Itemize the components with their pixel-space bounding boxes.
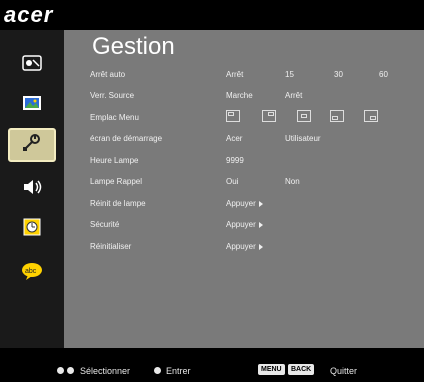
sidebar-item-language[interactable]: abc <box>8 256 56 290</box>
menu-location-bottom-left-icon[interactable] <box>330 110 344 122</box>
sidebar-item-picture[interactable] <box>8 88 56 122</box>
arrow-right-icon <box>258 243 263 250</box>
startup-option-acer[interactable]: Acer <box>226 134 242 143</box>
brand-logo: acer <box>4 2 54 27</box>
startup-option-user[interactable]: Utilisateur <box>285 134 321 143</box>
lamp-hour-value: 9999 <box>226 156 244 165</box>
sidebar-item-audio[interactable] <box>8 172 56 206</box>
page-title: Gestion <box>92 33 175 60</box>
footer-enter-label: Entrer <box>166 366 191 376</box>
row-label-lamp-reminder[interactable]: Lampe Rappel <box>90 177 142 186</box>
menu-location-top-left-icon[interactable] <box>226 110 240 122</box>
lamp-reset-button[interactable]: Appuyer <box>226 199 263 208</box>
row-label-menu-location[interactable]: Emplac Menu <box>90 113 139 122</box>
lamp-reset-button-label: Appuyer <box>226 199 256 208</box>
row-label-reset[interactable]: Réinitialiser <box>90 242 131 251</box>
image-settings-icon <box>21 54 43 77</box>
footer <box>0 348 424 382</box>
lamp-reminder-option-yes[interactable]: Oui <box>226 177 238 186</box>
picture-icon <box>21 94 43 117</box>
arrow-right-icon <box>258 200 263 207</box>
row-label-lamp-hour: Heure Lampe <box>90 156 139 165</box>
footer-quit-label: Quitter <box>330 366 358 376</box>
timer-icon <box>22 217 42 242</box>
menu-location-center-icon[interactable] <box>297 110 311 122</box>
sidebar-item-management[interactable] <box>8 128 56 162</box>
row-label-lamp-reset[interactable]: Réinit de lampe <box>90 199 146 208</box>
auto-off-option-15[interactable]: 15 <box>285 70 294 79</box>
row-label-source-lock[interactable]: Verr. Source <box>90 91 134 100</box>
auto-off-option-30[interactable]: 30 <box>334 70 343 79</box>
auto-off-option-off[interactable]: Arrêt <box>226 70 243 79</box>
enter-button-icon <box>154 367 161 374</box>
management-icon <box>21 133 43 158</box>
up-arrow-button-icon <box>57 367 64 374</box>
svg-text:abc: abc <box>25 268 37 275</box>
source-lock-option-off[interactable]: Arrêt <box>285 91 302 100</box>
back-key: BACK <box>288 364 315 375</box>
language-icon: abc <box>20 261 44 286</box>
security-button[interactable]: Appuyer <box>226 220 263 229</box>
sidebar: abc <box>0 30 64 348</box>
row-label-startup-screen[interactable]: écran de démarrage <box>90 134 162 143</box>
lamp-reminder-option-no[interactable]: Non <box>285 177 300 186</box>
row-label-security[interactable]: Sécurité <box>90 220 119 229</box>
sidebar-item-image[interactable] <box>8 48 56 82</box>
menu-location-bottom-right-icon[interactable] <box>364 110 378 122</box>
auto-off-option-60[interactable]: 60 <box>379 70 388 79</box>
menu-location-top-right-icon[interactable] <box>262 110 276 122</box>
reset-button-label: Appuyer <box>226 242 256 251</box>
audio-icon <box>21 178 43 201</box>
row-label-auto-off[interactable]: Arrêt auto <box>90 70 125 79</box>
menu-key: MENU <box>258 364 285 375</box>
source-lock-option-on[interactable]: Marche <box>226 91 253 100</box>
reset-button[interactable]: Appuyer <box>226 242 263 251</box>
sidebar-item-timer[interactable] <box>8 212 56 246</box>
arrow-right-icon <box>258 221 263 228</box>
down-arrow-button-icon <box>67 367 74 374</box>
security-button-label: Appuyer <box>226 220 256 229</box>
footer-select-label: Sélectionner <box>80 366 131 376</box>
